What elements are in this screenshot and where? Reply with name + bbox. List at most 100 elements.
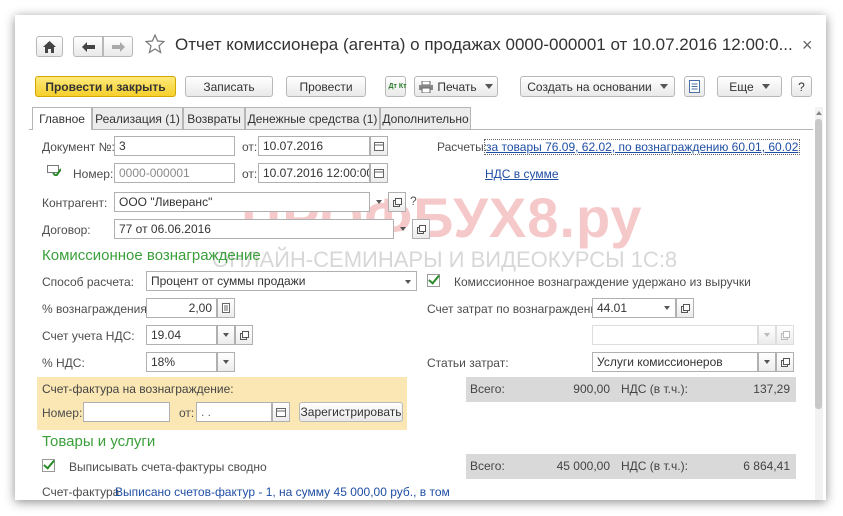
- report-button[interactable]: [684, 76, 705, 97]
- invoice-date-field[interactable]: . .: [196, 402, 272, 422]
- forward-button[interactable]: [103, 36, 133, 57]
- favorite-star-icon[interactable]: [144, 33, 166, 57]
- chevron-down-icon: [400, 227, 406, 231]
- chevron-down-icon: [764, 333, 770, 337]
- post-button[interactable]: Провести: [286, 76, 366, 97]
- help-button[interactable]: ?: [791, 76, 812, 97]
- chevron-down-icon: [376, 200, 382, 204]
- chevron-down-icon: [764, 360, 770, 364]
- dropdown-button[interactable]: [394, 219, 412, 239]
- dropdown-button[interactable]: [758, 352, 776, 372]
- open-window-icon: [239, 330, 249, 340]
- vat-in-amount-link[interactable]: НДС в сумме: [485, 167, 559, 181]
- open-window-icon: [680, 303, 690, 313]
- close-icon[interactable]: ×: [802, 35, 813, 56]
- edit-number-icon[interactable]: [47, 165, 62, 179]
- dropdown-button[interactable]: [658, 298, 676, 318]
- counterparty-label: Контрагент:: [42, 196, 108, 210]
- calendar-icon: [374, 141, 384, 151]
- number-label: Номер:: [73, 167, 114, 181]
- dropdown-button[interactable]: [217, 352, 235, 372]
- fee-percent-field[interactable]: 2,00: [146, 298, 217, 318]
- withheld-checkbox[interactable]: [427, 274, 440, 287]
- calc-method-select[interactable]: Процент от суммы продажи: [146, 271, 417, 291]
- invoices-issued-link[interactable]: Выписано счетов-фактур - 1, на сумму 45 …: [115, 485, 450, 499]
- arrow-right-icon: [111, 41, 125, 52]
- vat-account-label: Счет учета НДС:: [42, 329, 135, 343]
- invoice-title: Счет-фактура на вознаграждение:: [42, 382, 234, 396]
- tab-main[interactable]: Главное: [32, 107, 92, 130]
- goods-section-title: Товары и услуги: [42, 433, 156, 450]
- calendar-button[interactable]: [272, 402, 290, 422]
- watermark-subtitle: ОНЛАЙН-СЕМИНАРЫ И ВИДЕОКУРСЫ 1С:8: [212, 247, 678, 272]
- tab-sales[interactable]: Реализация (1): [92, 107, 183, 129]
- dtkt-button[interactable]: Дт Кт: [385, 76, 407, 97]
- open-button[interactable]: [412, 219, 430, 239]
- tab-returns[interactable]: Возвраты: [183, 107, 245, 129]
- post-and-close-button[interactable]: Провести и закрыть: [35, 76, 176, 97]
- home-button[interactable]: [36, 36, 63, 57]
- vat-percent-label: % НДС:: [42, 356, 85, 370]
- open-button[interactable]: [776, 325, 794, 345]
- open-window-icon: [780, 330, 790, 340]
- vat-value: 6 864,41: [743, 459, 790, 473]
- dropdown-button[interactable]: [758, 325, 776, 345]
- open-button[interactable]: [388, 192, 406, 212]
- contract-field[interactable]: 77 от 06.06.2016: [114, 219, 394, 239]
- calculator-button[interactable]: [217, 298, 235, 318]
- chevron-down-icon: [761, 84, 770, 89]
- dropdown-button[interactable]: [399, 272, 417, 292]
- save-button[interactable]: Записать: [185, 76, 273, 97]
- vat-label: НДС (в т.ч.):: [621, 382, 688, 396]
- fee-percent-label: % вознаграждения:: [42, 302, 151, 316]
- create-based-label: Создать на основании: [527, 79, 652, 94]
- doc-number-label: Документ №:: [42, 140, 115, 154]
- open-button[interactable]: [676, 298, 694, 318]
- print-button[interactable]: Печать: [414, 76, 498, 97]
- counterparty-field[interactable]: ООО "Ливеранс": [114, 192, 370, 212]
- more-label: Еще: [729, 79, 754, 94]
- vat-percent-select[interactable]: 18%: [146, 352, 217, 372]
- register-invoice-button[interactable]: Зарегистрировать: [299, 402, 403, 422]
- scroll-up-icon[interactable]: [816, 111, 822, 115]
- back-button[interactable]: [73, 36, 103, 57]
- goods-totals: Всего: 45 000,00 НДС (в т.ч.): 6 864,41: [466, 454, 796, 479]
- expense-subconto-field[interactable]: [592, 325, 758, 345]
- help-question-icon[interactable]: ?: [410, 194, 417, 208]
- chevron-down-icon: [223, 360, 229, 364]
- number-date-field[interactable]: 10.07.2016 12:00:00: [258, 163, 370, 183]
- vat-value: 137,29: [753, 382, 790, 396]
- total-value: 45 000,00: [556, 459, 610, 473]
- dropdown-button[interactable]: [370, 192, 388, 212]
- withheld-label: Комиссионное вознаграждение удержано из …: [454, 275, 751, 289]
- dropdown-button[interactable]: [217, 325, 235, 345]
- calendar-button[interactable]: [370, 163, 388, 183]
- open-button[interactable]: [776, 352, 794, 372]
- consolidated-invoices-checkbox[interactable]: [42, 459, 55, 472]
- settlements-label: Расчеты:: [437, 140, 488, 154]
- document-icon: [689, 80, 700, 93]
- tab-cash[interactable]: Денежные средства (1): [245, 107, 380, 129]
- doc-number-field[interactable]: 3: [114, 136, 235, 156]
- open-window-icon: [392, 197, 402, 207]
- print-label: Печать: [437, 79, 477, 94]
- settlements-link[interactable]: за товары 76.09, 62.02, по вознаграждени…: [484, 139, 801, 155]
- scrollbar-thumb[interactable]: [815, 119, 822, 409]
- create-based-on-button[interactable]: Создать на основании: [520, 76, 675, 97]
- tab-additional[interactable]: Дополнительно: [380, 107, 471, 129]
- calculator-icon: [222, 303, 230, 313]
- invoice-from-label: от:: [179, 406, 195, 420]
- commission-totals: Всего: 900,00 НДС (в т.ч.): 137,29: [466, 377, 796, 402]
- document-window: Отчет комиссионера (агента) о продажах 0…: [15, 15, 826, 500]
- more-button[interactable]: Еще: [717, 76, 782, 97]
- vat-account-field[interactable]: 19.04: [146, 325, 217, 345]
- calendar-button[interactable]: [370, 136, 388, 156]
- doc-date-field[interactable]: 10.07.2016: [258, 136, 370, 156]
- expense-account-label: Счет затрат по вознаграждению:: [427, 302, 610, 316]
- commission-section-title: Комиссионное вознаграждение: [42, 247, 261, 264]
- chevron-down-icon: [223, 333, 229, 337]
- invoice-number-field[interactable]: [83, 402, 170, 422]
- cost-items-field[interactable]: Услуги комиссионеров: [592, 352, 758, 372]
- open-button[interactable]: [235, 325, 253, 345]
- number-field[interactable]: 0000-000001: [114, 163, 235, 183]
